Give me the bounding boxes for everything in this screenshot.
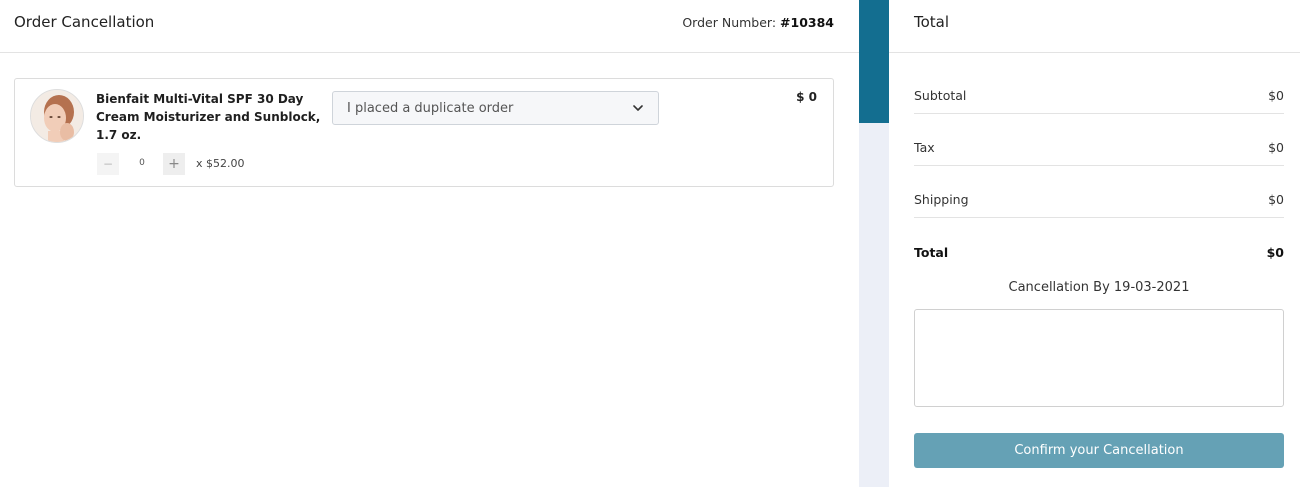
unit-price: x $52.00: [196, 157, 245, 170]
page-title: Order Cancellation: [14, 13, 155, 31]
total-label: Total: [914, 245, 949, 260]
total-panel: Total Subtotal $0 Tax $0 Shipping $0 Tot…: [889, 0, 1300, 487]
total-row: Total $0: [914, 219, 1284, 271]
cancellation-reason-value: I placed a duplicate order: [347, 100, 514, 116]
product-avatar: [30, 89, 84, 143]
total-value: $0: [1266, 245, 1284, 260]
quantity-decrease-button[interactable]: −: [97, 153, 119, 175]
order-number: Order Number: #10384: [682, 15, 834, 30]
subtotal-value: $0: [1268, 88, 1284, 103]
order-item-card: Bienfait Multi-Vital SPF 30 Day Cream Mo…: [14, 78, 834, 187]
quantity-increase-button[interactable]: +: [163, 153, 185, 175]
order-number-label: Order Number:: [682, 15, 777, 30]
chevron-down-icon: [633, 105, 643, 111]
order-header: Order Cancellation Order Number: #10384: [0, 0, 859, 53]
confirm-cancellation-button[interactable]: Confirm your Cancellation: [914, 433, 1284, 468]
product-name: Bienfait Multi-Vital SPF 30 Day Cream Mo…: [96, 92, 321, 142]
subtotal-label: Subtotal: [914, 88, 967, 103]
tax-row: Tax $0: [914, 114, 1284, 166]
line-total: $ 0: [796, 90, 817, 104]
divider-strip: [859, 0, 889, 487]
shipping-value: $0: [1268, 192, 1284, 207]
tax-value: $0: [1268, 140, 1284, 155]
subtotal-row: Subtotal $0: [914, 62, 1284, 114]
accent-bar: [859, 0, 889, 123]
shipping-row: Shipping $0: [914, 166, 1284, 218]
tax-label: Tax: [914, 140, 935, 155]
cancellation-deadline: Cancellation By 19-03-2021: [1008, 280, 1190, 295]
cancellation-reason-select[interactable]: I placed a duplicate order: [332, 91, 659, 125]
total-title: Total: [914, 13, 950, 31]
order-number-value: #10384: [780, 15, 834, 30]
product-image-icon: [31, 90, 83, 142]
total-header: Total: [889, 0, 1300, 53]
order-panel: Order Cancellation Order Number: #10384 …: [0, 0, 859, 487]
quantity-value[interactable]: 0: [128, 158, 156, 168]
shipping-label: Shipping: [914, 192, 969, 207]
cancellation-notes-field[interactable]: [914, 309, 1284, 407]
